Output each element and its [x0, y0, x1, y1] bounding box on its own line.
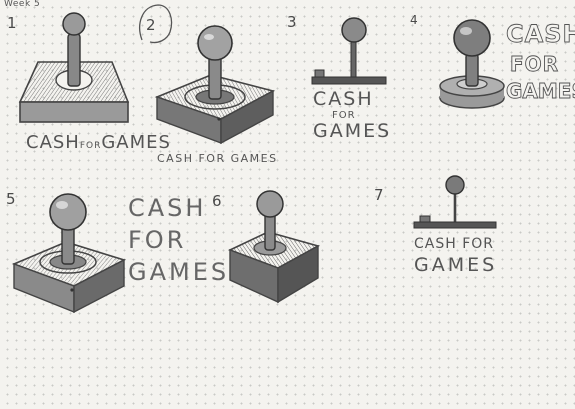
sketch-4-brand-line-1: CASH — [506, 20, 575, 48]
sketch-1-brand-text: CASHFORGAMES — [26, 132, 171, 153]
sketch-4-brand-line-2: FOR — [510, 52, 559, 76]
sketch-3-joystick-icon — [311, 17, 387, 85]
sketch-3-number: 3 — [287, 13, 298, 31]
sketch-3-brand-line-1: CASH — [313, 88, 374, 110]
sketch-sheet: Week 5 1 CASHFORGAMES 2 CASH FOR GAMES 3… — [0, 0, 575, 409]
brand-word-for: FOR — [79, 141, 102, 151]
sketch-2-brand-text: CASH FOR GAMES — [157, 152, 278, 165]
sketch-7-joystick-icon — [413, 175, 497, 229]
sketch-2-joystick-icon — [154, 25, 276, 145]
sketch-3-brand-line-3: GAMES — [313, 120, 392, 142]
sketch-6-number: 6 — [212, 192, 223, 210]
sketch-7-number: 7 — [374, 186, 385, 204]
sketch-4-number: 4 — [410, 13, 419, 27]
brand-word-cash: CASH — [26, 132, 80, 153]
sketch-4-outline-lettering: CASH FOR GAMES — [506, 20, 575, 104]
sketch-4-joystick-icon — [439, 19, 505, 109]
sketch-5-joystick-icon — [11, 193, 127, 314]
sketch-5-brand-line-3: GAMES — [128, 258, 230, 286]
sketch-6-joystick-icon — [227, 190, 321, 304]
sketch-4-brand-line-3: GAMES — [506, 79, 575, 103]
sketch-1-number: 1 — [7, 14, 18, 32]
week-heading: Week 5 — [4, 0, 41, 9]
sketch-7-brand-line-2: GAMES — [414, 254, 498, 276]
sketch-7-brand-line-1: CASH FOR — [414, 236, 495, 252]
sketch-1-joystick-icon — [18, 12, 130, 123]
sketch-5-brand-line-2: FOR — [128, 226, 187, 254]
sketch-5-brand-line-1: CASH — [128, 194, 207, 222]
